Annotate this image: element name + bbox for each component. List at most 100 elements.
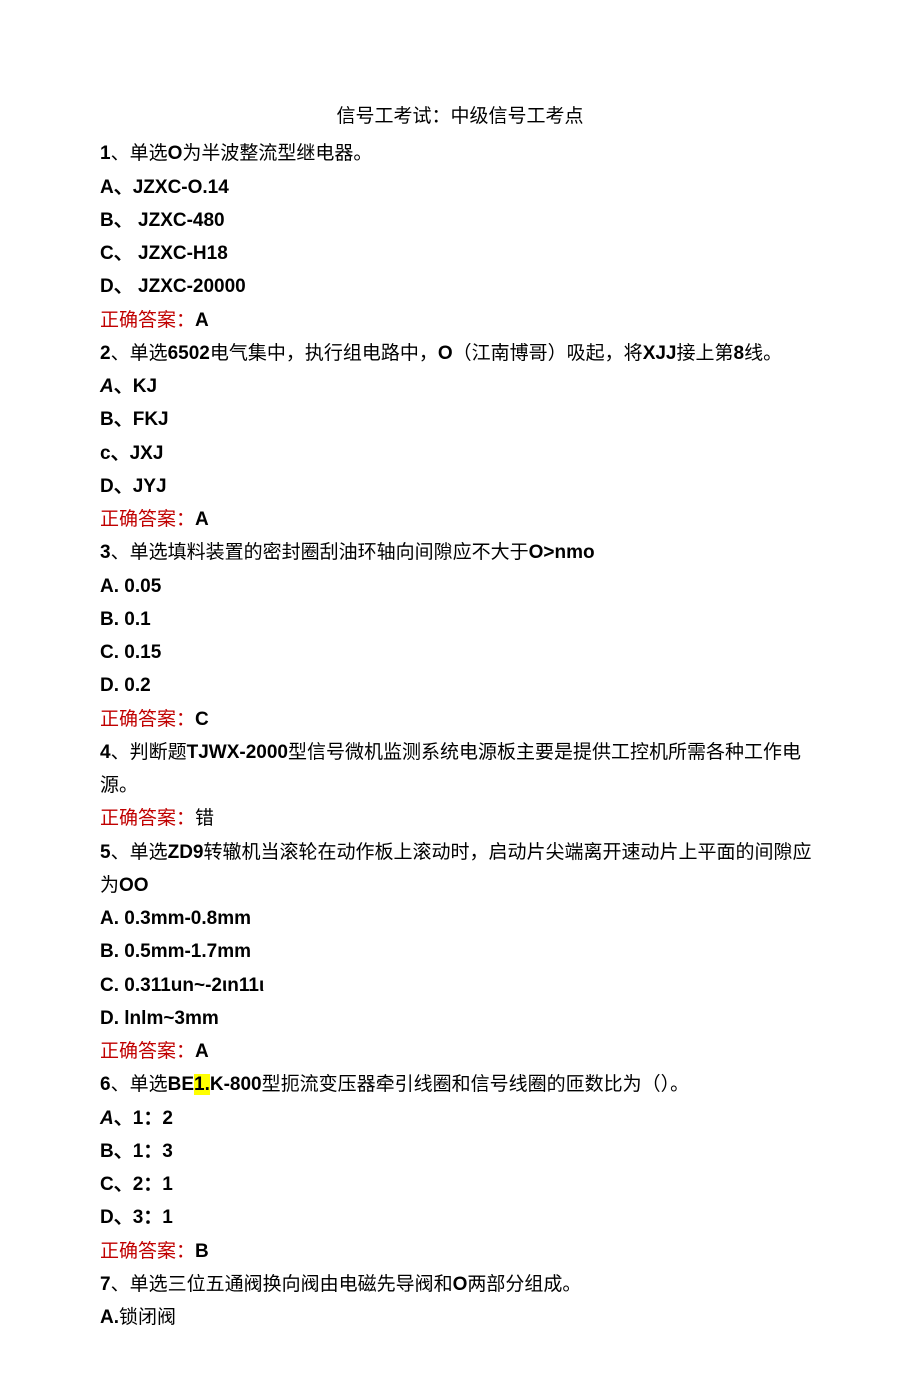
q2-option-c: c、JXJ xyxy=(100,437,820,470)
q2-ans-value: A xyxy=(195,509,209,530)
q2-answer: 正确答案：A xyxy=(100,503,820,536)
q7-a-val: 锁闭阀 xyxy=(119,1307,176,1328)
q5-b-val: 0.5mm-1.7mm xyxy=(124,941,251,962)
q1-ans-label: 正确答案： xyxy=(100,310,195,331)
q6-c-val: 2：1 xyxy=(133,1174,173,1195)
q3-p1: 、单选填料装置的密封圈刮油环轴向间隙应不大于 xyxy=(111,542,529,563)
q1-option-b: B、 JZXC-480 xyxy=(100,204,820,237)
q6-option-b: B、1：3 xyxy=(100,1135,820,1168)
q1-bold: O xyxy=(168,143,183,164)
q3-d-pre: D. xyxy=(100,675,124,696)
q2-num: 2 xyxy=(100,343,111,364)
q2-c-pre: c、 xyxy=(100,443,130,464)
q6-p2: 型扼流变压器牵引线圈和信号线圈的匝数比为（）。 xyxy=(262,1074,690,1095)
q1-b-pre: B、 xyxy=(100,210,138,231)
q5-stem: 5、单选ZD9转辙机当滚轮在动作板上滚动时，启动片尖端离开速动片上平面的间隙应为… xyxy=(100,836,820,903)
q2-p4: 接上第 xyxy=(677,343,734,364)
q6-option-d: D、3：1 xyxy=(100,1201,820,1234)
q1-ans-value: A xyxy=(195,310,209,331)
q3-stem: 3、单选填料装置的密封圈刮油环轴向间隙应不大于O>nmo xyxy=(100,536,820,569)
q4-ans-value: 错 xyxy=(195,808,214,829)
q6-b2: K-800 xyxy=(210,1074,262,1095)
q3-option-c: C. 0.15 xyxy=(100,636,820,669)
q1-num: 1 xyxy=(100,143,111,164)
q7-option-a: A.锁闭阀 xyxy=(100,1301,820,1334)
q4-answer: 正确答案：错 xyxy=(100,802,820,835)
q3-b1: O>nmo xyxy=(529,542,595,563)
q1-d-val: JZXC-20000 xyxy=(138,276,246,297)
q7-p1: 、单选三位五通阀换向阀由电磁先导阀和 xyxy=(111,1274,453,1295)
q3-a-val: 0.05 xyxy=(124,576,161,597)
q2-d-pre: D、 xyxy=(100,476,133,497)
q3-a-pre: A. xyxy=(100,576,124,597)
q3-b-val: 0.1 xyxy=(124,609,150,630)
q7-p2: 两部分组成。 xyxy=(467,1274,581,1295)
document-page: 信号工考试：中级信号工考点 1、单选O为半波整流型继电器。 A、JZXC-O.1… xyxy=(0,0,920,1374)
q7-num: 7 xyxy=(100,1274,111,1295)
q3-num: 3 xyxy=(100,542,111,563)
q6-b-val: 1：3 xyxy=(133,1141,173,1162)
q6-d-pre: D、 xyxy=(100,1207,133,1228)
q6-answer: 正确答案：B xyxy=(100,1235,820,1268)
q6-option-c: C、2：1 xyxy=(100,1168,820,1201)
q5-b1: ZD9 xyxy=(168,842,204,863)
q2-b2: O xyxy=(438,343,453,364)
q2-b1: 6502 xyxy=(168,343,210,364)
page-title: 信号工考试：中级信号工考点 xyxy=(100,100,820,133)
q1-option-c: C、 JZXC-H18 xyxy=(100,237,820,270)
q2-ans-label: 正确答案： xyxy=(100,509,195,530)
q5-option-b: B. 0.5mm-1.7mm xyxy=(100,935,820,968)
q5-p1: 、单选 xyxy=(111,842,168,863)
q2-p5: 线。 xyxy=(744,343,782,364)
q6-d-val: 3：1 xyxy=(133,1207,173,1228)
q1-stem: 1、单选O为半波整流型继电器。 xyxy=(100,137,820,170)
q5-a-val: 0.3mm-0.8mm xyxy=(124,908,251,929)
q5-a-pre: A. xyxy=(100,908,124,929)
q5-option-d: D. lnlm~3mm xyxy=(100,1002,820,1035)
q5-c-val: 0.311un~-2ιn11ι xyxy=(124,975,264,996)
q5-p2: 转辙机当滚轮在动作板上滚动时，启动片尖端离开速动片上平面的间隙应为 xyxy=(100,842,812,896)
q2-b-val: FKJ xyxy=(133,409,169,430)
q1-answer: 正确答案：A xyxy=(100,304,820,337)
q5-num: 5 xyxy=(100,842,111,863)
q7-a-pre: A. xyxy=(100,1307,119,1328)
q2-b4: 8 xyxy=(734,343,745,364)
q6-ans-label: 正确答案： xyxy=(100,1241,195,1262)
q6-a-pre: 、 xyxy=(114,1108,133,1129)
q4-b1: TJWX-2000 xyxy=(187,742,288,763)
q1-a-pre: A、 xyxy=(100,177,133,198)
q4-num: 4 xyxy=(100,742,111,763)
q5-ans-label: 正确答案： xyxy=(100,1041,195,1062)
q2-c-val: JXJ xyxy=(130,443,164,464)
q4-stem: 4、判断题TJWX-2000型信号微机监测系统电源板主要是提供工控机所需各种工作… xyxy=(100,736,820,803)
q5-answer: 正确答案：A xyxy=(100,1035,820,1068)
q6-num: 6 xyxy=(100,1074,111,1095)
q6-ans-value: B xyxy=(195,1241,209,1262)
q1-b-val: JZXC-480 xyxy=(138,210,225,231)
q1-rest: 为半波整流型继电器。 xyxy=(182,143,372,164)
q5-option-c: C. 0.311un~-2ιn11ι xyxy=(100,969,820,1002)
q1-option-a: A、JZXC-O.14 xyxy=(100,171,820,204)
q2-p2: 电气集中，执行组电路中， xyxy=(210,343,438,364)
q6-b1: BE xyxy=(168,1074,194,1095)
q1-d-pre: D、 xyxy=(100,276,138,297)
q2-b-pre: B、 xyxy=(100,409,133,430)
q5-d-pre: D. xyxy=(100,1008,124,1029)
q2-p3: （江南博哥）吸起，将 xyxy=(453,343,643,364)
q2-p1: 、单选 xyxy=(111,343,168,364)
q3-ans-label: 正确答案： xyxy=(100,709,195,730)
q2-option-d: D、JYJ xyxy=(100,470,820,503)
q1-option-d: D、 JZXC-20000 xyxy=(100,270,820,303)
q2-a-val: KJ xyxy=(133,376,157,397)
q6-p1: 、单选 xyxy=(111,1074,168,1095)
q5-d-val: lnlm~3mm xyxy=(124,1008,219,1029)
q5-b-pre: B. xyxy=(100,941,124,962)
q3-c-pre: C. xyxy=(100,642,124,663)
q4-ans-label: 正确答案： xyxy=(100,808,195,829)
q6-c-pre: C、 xyxy=(100,1174,133,1195)
q5-c-pre: C. xyxy=(100,975,124,996)
q3-b-pre: B. xyxy=(100,609,124,630)
q5-ans-value: A xyxy=(195,1041,209,1062)
q3-option-d: D. 0.2 xyxy=(100,669,820,702)
q3-answer: 正确答案：C xyxy=(100,703,820,736)
